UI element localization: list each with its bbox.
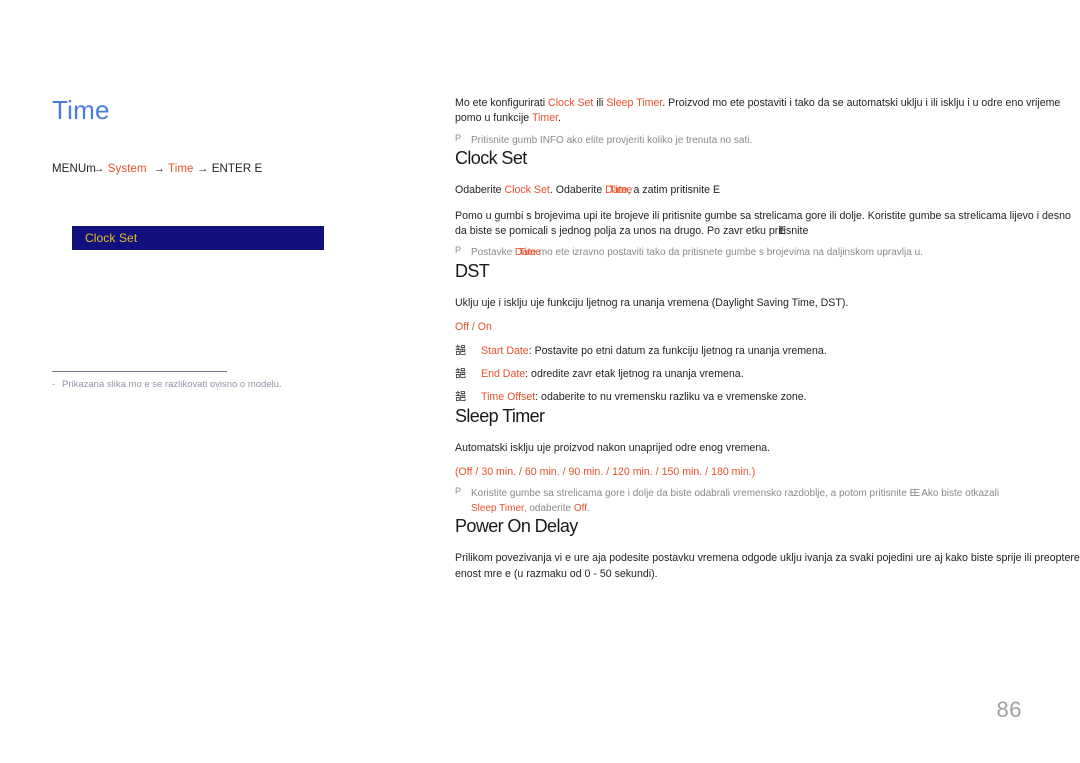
sleep-sep-3: / <box>559 465 569 478</box>
clock-set-note-b: mo ete izravno postaviti tako da pritisn… <box>536 247 923 259</box>
clock-set-overlap-date-time: DateDateTime <box>605 183 632 198</box>
dst-options-separator: / <box>468 321 478 334</box>
section-heading-power-on-delay: Power On Delay <box>455 516 578 537</box>
sleep-sep-1: / <box>472 465 482 478</box>
dst-bullet-text-end-date: : odredite zavr etak ljetnog ra unanja v… <box>525 367 744 380</box>
breadcrumb-arrow-1-icon: → <box>153 162 165 175</box>
clock-set-note: P Postavke DateDateTime mo ete izravno p… <box>455 245 1080 261</box>
dst-bullet-label-end-date: End Date <box>481 367 526 380</box>
enter-glyph-icon: E <box>254 162 263 175</box>
clock-set-line1-b: . Odaberite <box>549 184 606 197</box>
breadcrumb-glyph-arrow-icon: → <box>92 162 105 175</box>
intro-link-sleep-timer: Sleep Timer <box>606 97 663 109</box>
sleep-option-30: 30 min. <box>481 465 517 478</box>
sleep-note-overlap: E. Ako bisteE. Ako bisteE <box>910 487 963 502</box>
sleep-option-60: 60 min. <box>524 465 560 478</box>
manual-page: Time MENUm→ System → Time → ENTER E Cloc… <box>0 0 1080 763</box>
sleep-option-150: 150 min. <box>661 465 703 478</box>
sleep-option-180: 180 min. <box>711 465 752 478</box>
dst-option-on: On <box>477 321 492 334</box>
dst-bullet-text-start-date: : Postavite po etni datum za funkciju lj… <box>528 344 827 357</box>
intro-link-timer: Timer <box>531 112 559 125</box>
breadcrumb-enter-label: ENTER <box>211 162 252 175</box>
sleep-note-link-sleep-timer: Sleep Timer <box>471 502 524 514</box>
clock-set-note-a: Postavke <box>471 247 515 259</box>
sleep-note-b: otkazali <box>962 488 1000 500</box>
intro-note: P Pritisnite gumb INFO ako elite provjer… <box>455 132 1080 149</box>
overlap-layer-time-2: Time <box>518 247 541 259</box>
clock-set-line1-a: Odaberite <box>455 184 505 197</box>
menu-glyph-icon: m <box>86 162 95 175</box>
dst-bullet-label-time-offset: Time Offset <box>481 391 536 404</box>
intro-link-clock-set: Clock Set <box>548 97 594 109</box>
sleep-note-a: Koristite gumbe sa strelicama gore i dol… <box>471 488 910 500</box>
right-column: Mo ete konfigurirati Clock Set ili Sleep… <box>455 96 1080 582</box>
sleep-timer-description: Automatski isklju uje proizvod nakon una… <box>455 441 771 454</box>
breadcrumb-item-time: Time <box>168 162 194 175</box>
dst-bullet-time-offset: 郶 Time Offset: odaberite to nu vremensku… <box>455 390 1080 405</box>
footnote-divider <box>52 371 227 372</box>
clock-set-note-overlap-date-time: DateDateTime <box>515 246 541 261</box>
clock-set-enter-glyph-icon: E <box>712 184 721 197</box>
intro-paragraph: Mo ete konfigurirati Clock Set ili Sleep… <box>455 96 1080 127</box>
sleep-note-d: . <box>587 502 590 514</box>
clock-set-para-a: Pomo u gumbi s brojevima upi ite brojeve… <box>455 209 1071 237</box>
bullet-glyph-icon: 郶 <box>455 390 466 404</box>
clock-set-line-1: Odaberite Clock Set. Odaberite DateDateT… <box>455 183 1080 198</box>
section-heading-dst: DST <box>455 260 490 281</box>
sleep-timer-options: (Off / 30 min. / 60 min. / 90 min. / 120… <box>455 465 1080 480</box>
clock-set-overlap-pritisnite: ritisniteritisniteE <box>775 224 809 239</box>
sleep-option-120: 120 min. <box>612 465 653 478</box>
breadcrumb-menu-label: MENU <box>52 162 87 175</box>
intro-part-4: . <box>558 112 561 125</box>
overlap-layer-enter-2: E <box>913 488 921 500</box>
left-column: Time MENUm→ System → Time → ENTER E Cloc… <box>52 95 402 390</box>
note-mark-icon: P <box>455 132 462 143</box>
dst-bullet-label-start-date: Start Date <box>481 344 529 357</box>
overlap-layer-time-1: Time <box>609 184 633 197</box>
breadcrumb: MENUm→ System → Time → ENTER E <box>52 163 402 175</box>
bullet-glyph-icon: 郶 <box>455 366 466 380</box>
page-number: 86 <box>996 697 1022 722</box>
breadcrumb-arrow-2-icon: → <box>196 162 209 175</box>
footnote: - Prikazana slika mo e se razlikovati ovi… <box>52 378 382 391</box>
sleep-sep-5: / <box>652 465 662 478</box>
note-mark-icon: P <box>455 486 462 497</box>
breadcrumb-item-system: System <box>107 162 147 175</box>
dst-options: Off / On <box>455 320 1080 335</box>
footnote-dash-icon: - <box>52 379 56 390</box>
dst-option-off: Off <box>455 321 469 334</box>
sleep-sep-4: / <box>603 465 613 478</box>
intro-part-2: ili <box>593 97 607 109</box>
sleep-option-90: 90 min. <box>568 465 604 478</box>
page-title: Time <box>52 95 110 125</box>
sleep-note-c: , odaberite <box>523 502 574 514</box>
sleep-options-close: ) <box>751 465 756 478</box>
note-mark-icon: P <box>455 245 462 256</box>
osd-menu-label: Clock Set <box>85 231 138 245</box>
dst-bullet-text-time-offset: : odaberite to nu vremensku razliku va e… <box>535 391 807 404</box>
sleep-sep-6: / <box>702 465 712 478</box>
footnote-text: Prikazana slika mo e se razlikovati ovis… <box>62 379 282 390</box>
sleep-sep-2: / <box>516 465 525 478</box>
power-on-delay-description: Prilikom povezivanja vi e ure aja podesi… <box>455 552 1080 580</box>
sleep-option-off: Off <box>458 465 473 478</box>
clock-set-paragraph: Pomo u gumbi s brojevima upi ite brojeve… <box>455 209 1080 240</box>
dst-bullet-end-date: 郶 End Date: odredite zavr etak ljetnog r… <box>455 367 1080 382</box>
intro-note-text: Pritisnite gumb INFO ako elite provjerit… <box>471 134 753 146</box>
sleep-note-link-off: Off <box>573 502 588 514</box>
clock-set-line1-c: , a zatim pritisnite <box>627 184 713 197</box>
intro-part-1: Mo ete konfigurirati <box>455 97 549 109</box>
bullet-glyph-icon: 郶 <box>455 343 466 357</box>
dst-bullet-start-date: 郶 Start Date: Postavite po etni datum za… <box>455 344 1080 359</box>
section-heading-clock-set: Clock Set <box>455 148 527 169</box>
section-heading-sleep-timer: Sleep Timer <box>455 405 545 426</box>
clock-set-link-clock-set: Clock Set <box>504 184 550 197</box>
dst-description: Uklju uje i isklju uje funkciju ljetnog … <box>455 296 849 309</box>
sleep-timer-note: P Koristite gumbe sa strelicama gore i d… <box>455 486 1080 516</box>
overlap-layer-enter: E <box>778 224 786 237</box>
osd-menu-clock-set[interactable]: Clock Set <box>72 226 324 250</box>
